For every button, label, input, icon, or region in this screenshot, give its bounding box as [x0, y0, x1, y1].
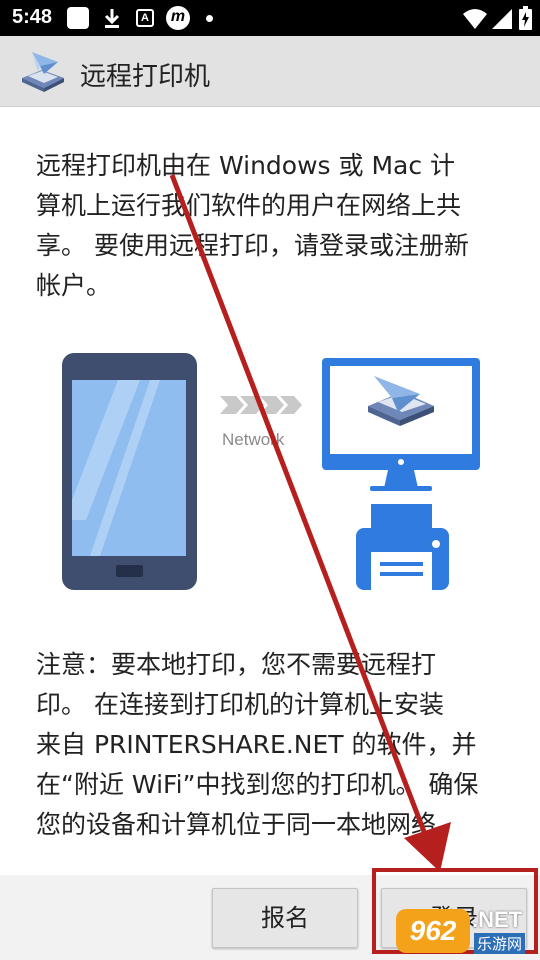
watermark-net: .NET: [472, 907, 523, 932]
battery-icon: [519, 6, 532, 30]
wifi-icon: [463, 9, 487, 29]
m-icon: m: [166, 6, 190, 30]
register-button[interactable]: 报名: [212, 888, 358, 948]
printer-paper-plane-icon: [22, 52, 64, 92]
dot-icon: [206, 15, 213, 22]
network-illustration: [62, 353, 480, 590]
notification-square-icon: [67, 7, 89, 29]
phone-illustration: [62, 353, 197, 590]
intro-line: 帐户。: [36, 271, 112, 300]
a-icon: A: [136, 9, 154, 27]
watermark-badge: 962: [396, 909, 470, 953]
page-title: 远程打印机: [80, 62, 211, 92]
local-print-note: 注意：要本地打印，您不需要远程打 印。 在连接到打印机的计算机上安装 来自 PR…: [36, 645, 506, 845]
intro-line: 享。 要使用远程打印，请登录或注册新: [36, 231, 469, 260]
note-line: 来自 PRINTERSHARE.NET 的软件，并: [36, 730, 477, 759]
status-time: 5:48: [12, 6, 53, 28]
app-bar: 远程打印机: [0, 36, 540, 107]
intro-line: 算机上运行我们软件的用户在网络上共: [36, 191, 462, 220]
site-watermark: 962 .NET 乐游网: [396, 905, 536, 957]
note-line: 注意：要本地打印，您不需要远程打: [36, 650, 437, 679]
note-line: 印。 在连接到打印机的计算机上安装: [36, 690, 444, 719]
network-label: Network: [222, 430, 285, 449]
intro-line: 远程打印机由在 Windows 或 Mac 计: [36, 151, 456, 180]
network-arrows-icon: [220, 396, 302, 414]
signal-icon: [492, 9, 512, 29]
computer-monitor-icon: [322, 358, 480, 491]
intro-description: 远程打印机由在 Windows 或 Mac 计 算机上运行我们软件的用户在网络上…: [36, 146, 506, 306]
status-bar: 5:48 A m: [0, 0, 540, 36]
printer-icon: [356, 504, 449, 590]
note-line: 在“附近 WiFi”中找到您的打印机。 确保: [36, 770, 479, 799]
download-icon: [104, 9, 120, 28]
note-line: 您的设备和计算机位于同一本地网络。: [36, 810, 462, 839]
watermark-site-name: 乐游网: [474, 933, 526, 954]
